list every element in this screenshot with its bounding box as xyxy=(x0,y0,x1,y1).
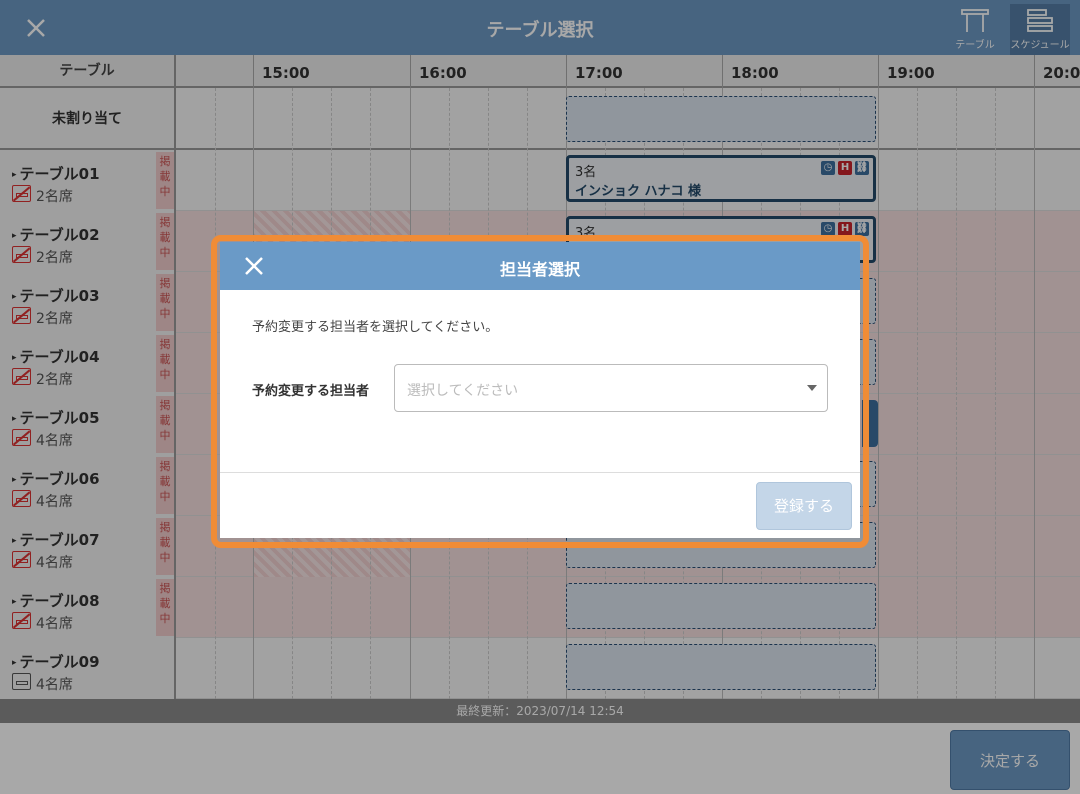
register-button[interactable]: 登録する xyxy=(756,482,852,530)
staff-select[interactable]: 選択してください xyxy=(394,364,828,412)
caret-down-icon xyxy=(807,385,817,391)
dialog-divider xyxy=(220,472,860,473)
dialog-title: 担当者選択 xyxy=(499,260,580,279)
staff-select-dialog: 担当者選択 予約変更する担当者を選択してください。 予約変更する担当者 選択して… xyxy=(220,242,860,538)
select-placeholder: 選択してください xyxy=(407,383,519,399)
dialog-message: 予約変更する担当者を選択してください。 xyxy=(252,320,499,335)
staff-field-label: 予約変更する担当者 xyxy=(252,384,370,399)
dialog-header: 担当者選択 xyxy=(220,242,860,290)
